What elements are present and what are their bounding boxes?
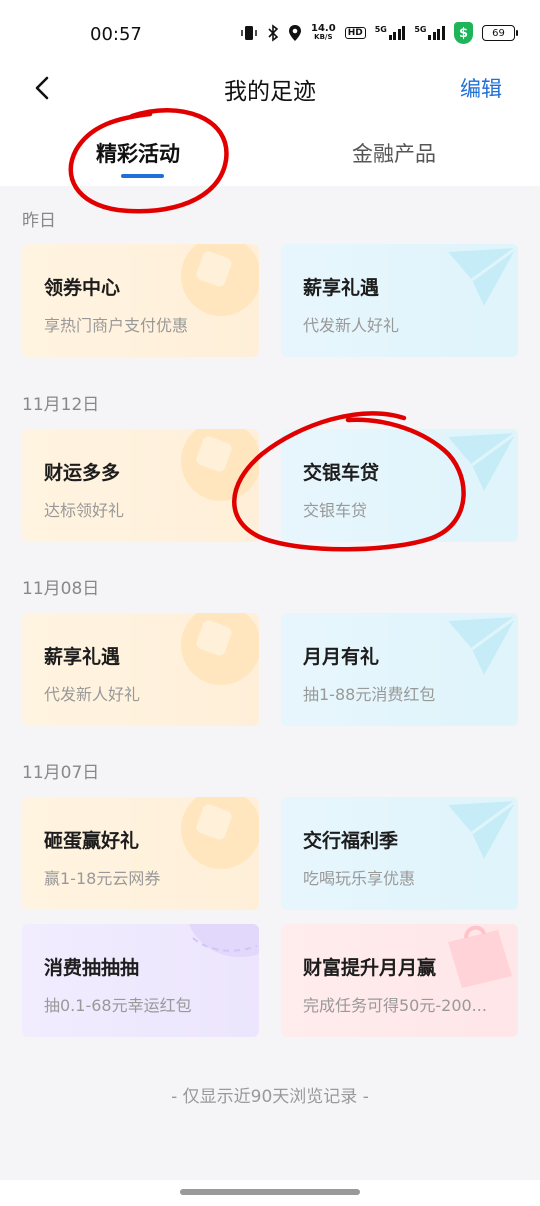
security-shield-icon: $ (453, 22, 473, 44)
status-time: 00:57 (90, 24, 142, 45)
card-title: 砸蛋赢好礼 (44, 830, 140, 852)
ribbon-decoration-icon (189, 924, 259, 958)
card-subtitle: 赢1-18元云网券 (44, 869, 161, 888)
card-subtitle: 交银车贷 (303, 501, 368, 520)
group-date: 昨日 (22, 211, 56, 231)
activity-card[interactable]: 领券中心 享热门商户支付优惠 (22, 244, 259, 357)
activity-card[interactable]: 交银车贷 交银车贷 (281, 429, 518, 542)
history-footer-note: - 仅显示近90天浏览记录 - (171, 1087, 369, 1107)
card-title: 薪享礼遇 (303, 277, 380, 299)
card-title: 交行福利季 (303, 830, 399, 852)
card-subtitle: 抽1-88元消费红包 (303, 685, 436, 704)
card-subtitle: 代发新人好礼 (303, 316, 400, 335)
card-title: 财运多多 (44, 462, 121, 484)
tab-financial-products[interactable]: 金融产品 (352, 138, 436, 168)
activity-card[interactable]: 月月有礼 抽1-88元消费红包 (281, 613, 518, 726)
card-subtitle: 代发新人好礼 (44, 685, 141, 704)
vibrate-icon (241, 26, 257, 40)
signal-1-label: 5G (374, 25, 387, 34)
card-title: 领券中心 (44, 277, 121, 299)
paper-plane-decoration-icon (448, 799, 517, 859)
activity-card[interactable]: 财富提升月月赢 完成任务可得50元-200... (281, 924, 518, 1037)
net-speed-value: 14.0 (311, 23, 336, 34)
gift-bag-decoration-icon (448, 925, 512, 988)
hd-badge: HD (344, 27, 366, 39)
card-title: 月月有礼 (303, 646, 380, 668)
group-date: 11月12日 (22, 395, 100, 415)
signal-1: 5G (375, 26, 406, 40)
bluetooth-icon (268, 24, 279, 42)
activity-card[interactable]: 薪享礼遇 代发新人好礼 (281, 244, 518, 357)
home-indicator[interactable] (180, 1189, 360, 1195)
activity-card[interactable]: 砸蛋赢好礼 赢1-18元云网券 (22, 797, 259, 910)
card-subtitle: 吃喝玩乐享优惠 (303, 869, 416, 888)
tab-activities[interactable]: 精彩活动 (96, 138, 180, 168)
page-title: 我的足迹 (224, 79, 316, 105)
signal-2: 5G (414, 26, 445, 40)
signal-bars-icon (428, 26, 445, 40)
card-title: 交银车贷 (303, 462, 380, 484)
group-date: 11月08日 (22, 579, 100, 599)
signal-bars-icon (388, 26, 406, 40)
activity-card[interactable]: 薪享礼遇 代发新人好礼 (22, 613, 259, 726)
card-title: 财富提升月月赢 (303, 957, 437, 979)
tab-active-indicator (121, 174, 164, 178)
activity-card[interactable]: 财运多多 达标领好礼 (22, 429, 259, 542)
location-icon (289, 25, 301, 41)
activity-card[interactable]: 消费抽抽抽 抽0.1-68元幸运红包 (22, 924, 259, 1037)
card-title: 消费抽抽抽 (44, 957, 140, 979)
card-subtitle: 抽0.1-68元幸运红包 (44, 996, 192, 1015)
tab-bar: 精彩活动 金融产品 (0, 130, 540, 186)
card-subtitle: 享热门商户支付优惠 (44, 316, 189, 335)
top-section: 00:57 14.0 KB/S HD 5G 5G $ 69 我的足迹 编辑 精彩… (0, 0, 540, 186)
battery-icon: 69 (481, 25, 518, 41)
nav-bar: 我的足迹 编辑 (0, 68, 540, 108)
paper-plane-decoration-icon (448, 431, 517, 491)
signal-2-label: 5G (414, 25, 427, 34)
activity-card[interactable]: 交行福利季 吃喝玩乐享优惠 (281, 797, 518, 910)
edit-button[interactable]: 编辑 (460, 73, 502, 103)
card-subtitle: 完成任务可得50元-200... (303, 996, 487, 1015)
paper-plane-decoration-icon (448, 615, 517, 675)
net-speed: 14.0 KB/S (311, 24, 336, 42)
paper-plane-decoration-icon (448, 246, 517, 306)
status-bar: 00:57 14.0 KB/S HD 5G 5G $ 69 (0, 0, 540, 68)
net-speed-unit: KB/S (314, 33, 333, 41)
card-title: 薪享礼遇 (44, 646, 121, 668)
group-date: 11月07日 (22, 763, 100, 783)
card-subtitle: 达标领好礼 (44, 501, 125, 520)
status-icons: 14.0 KB/S HD 5G 5G $ 69 (240, 22, 518, 44)
